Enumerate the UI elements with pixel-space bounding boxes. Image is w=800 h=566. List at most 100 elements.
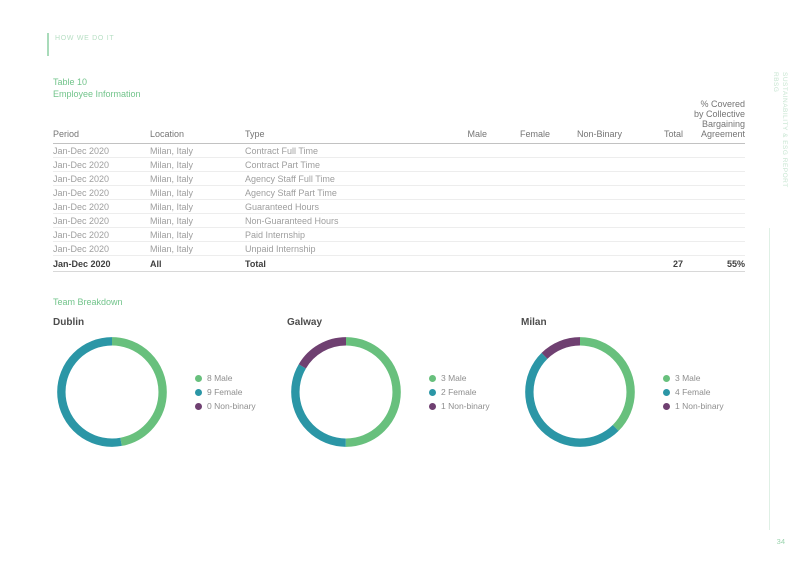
table-cell: Guaranteed Hours bbox=[245, 200, 425, 214]
legend-item-female: 4 Female bbox=[663, 387, 724, 397]
legend-dot-icon bbox=[429, 403, 436, 410]
donut-chart-milan bbox=[521, 333, 639, 451]
table-total-row: Jan-Dec 2020AllTotal2755% bbox=[53, 256, 745, 272]
table-cell: Jan-Dec 2020 bbox=[53, 214, 150, 228]
table-header-row: Period Location Type Male Female Non-Bin… bbox=[53, 99, 745, 144]
section-kicker: HOW WE DO IT bbox=[47, 33, 114, 56]
kicker-label: HOW WE DO IT bbox=[55, 35, 114, 42]
legend-item-non-binary: 1 Non-binary bbox=[429, 401, 490, 411]
col-period: Period bbox=[53, 99, 150, 144]
table-cell: Jan-Dec 2020 bbox=[53, 242, 150, 256]
table-cell: 27 bbox=[622, 256, 683, 272]
legend-dot-icon bbox=[663, 375, 670, 382]
table-cell bbox=[425, 144, 487, 158]
table-cell: Agency Staff Full Time bbox=[245, 172, 425, 186]
table-cell: Paid Internship bbox=[245, 228, 425, 242]
table-cell bbox=[683, 144, 745, 158]
table-cell: Milan, Italy bbox=[150, 228, 245, 242]
table-row: Jan-Dec 2020Milan, ItalyContract Full Ti… bbox=[53, 144, 745, 158]
legend-label: 4 Female bbox=[675, 387, 710, 397]
table-cell bbox=[683, 186, 745, 200]
legend-dot-icon bbox=[195, 389, 202, 396]
table-cell bbox=[425, 242, 487, 256]
table-cell bbox=[683, 172, 745, 186]
table-cell bbox=[683, 214, 745, 228]
table-cell: Jan-Dec 2020 bbox=[53, 158, 150, 172]
table-title: Table 10 Employee Information bbox=[53, 76, 141, 100]
legend-label: 2 Female bbox=[441, 387, 476, 397]
table-cell: Jan-Dec 2020 bbox=[53, 228, 150, 242]
legend-item-male: 3 Male bbox=[663, 373, 724, 383]
chart-city-title: Milan bbox=[521, 317, 755, 328]
chart-group-galway: Galway 3 Male 2 Female 1 Non-binary bbox=[287, 317, 521, 451]
legend-dot-icon bbox=[663, 389, 670, 396]
legend-label: 1 Non-binary bbox=[441, 401, 490, 411]
legend-dot-icon bbox=[663, 403, 670, 410]
table-cell bbox=[622, 158, 683, 172]
table-cell: Jan-Dec 2020 bbox=[53, 200, 150, 214]
table-body: Jan-Dec 2020Milan, ItalyContract Full Ti… bbox=[53, 144, 745, 272]
employee-information-table: Period Location Type Male Female Non-Bin… bbox=[53, 99, 745, 272]
legend-dot-icon bbox=[195, 403, 202, 410]
table-cell: Milan, Italy bbox=[150, 242, 245, 256]
team-breakdown-heading: Team Breakdown bbox=[53, 297, 123, 307]
side-banner-line2: SUSTAINABILITY & ESG REPORT bbox=[780, 72, 789, 188]
table-cell bbox=[683, 242, 745, 256]
table-cell bbox=[550, 158, 622, 172]
legend-label: 9 Female bbox=[207, 387, 242, 397]
table-cell bbox=[622, 214, 683, 228]
side-banner-line1: RBSG bbox=[771, 72, 780, 188]
table-cell: Milan, Italy bbox=[150, 200, 245, 214]
table-cell bbox=[487, 158, 550, 172]
table-cell bbox=[550, 144, 622, 158]
chart-legend: 3 Male4 Female1 Non-binary bbox=[663, 369, 724, 415]
col-female: Female bbox=[487, 99, 550, 144]
legend-item-male: 8 Male bbox=[195, 373, 256, 383]
table-cell bbox=[550, 186, 622, 200]
legend-item-male: 3 Male bbox=[429, 373, 490, 383]
table-cell: Contract Full Time bbox=[245, 144, 425, 158]
table-cell bbox=[487, 200, 550, 214]
table-cell bbox=[487, 144, 550, 158]
table-cell: Jan-Dec 2020 bbox=[53, 172, 150, 186]
table-cell bbox=[425, 200, 487, 214]
legend-dot-icon bbox=[429, 375, 436, 382]
legend-label: 0 Non-binary bbox=[207, 401, 256, 411]
report-page: HOW WE DO IT Table 10 Employee Informati… bbox=[0, 0, 800, 566]
chart-city-title: Galway bbox=[287, 317, 521, 328]
table-row: Jan-Dec 2020Milan, ItalyNon-Guaranteed H… bbox=[53, 214, 745, 228]
table-cell bbox=[487, 242, 550, 256]
table-row: Jan-Dec 2020Milan, ItalyAgency Staff Ful… bbox=[53, 172, 745, 186]
legend-item-non-binary: 0 Non-binary bbox=[195, 401, 256, 411]
legend-label: 3 Male bbox=[441, 373, 467, 383]
team-breakdown-charts: Dublin 8 Male 9 Female 0 Non-binary Galway 3 … bbox=[53, 317, 755, 451]
table-cell bbox=[550, 228, 622, 242]
table-cell: Agency Staff Part Time bbox=[245, 186, 425, 200]
table-cell bbox=[622, 200, 683, 214]
legend-item-female: 2 Female bbox=[429, 387, 490, 397]
table-row: Jan-Dec 2020Milan, ItalyUnpaid Internshi… bbox=[53, 242, 745, 256]
col-total: Total bbox=[622, 99, 683, 144]
table-cell bbox=[487, 172, 550, 186]
table-cell bbox=[487, 228, 550, 242]
table-cell: Contract Part Time bbox=[245, 158, 425, 172]
table-cell bbox=[683, 228, 745, 242]
table-row: Jan-Dec 2020Milan, ItalyPaid Internship bbox=[53, 228, 745, 242]
table-cell bbox=[425, 214, 487, 228]
table-cell bbox=[550, 214, 622, 228]
table-cell: Jan-Dec 2020 bbox=[53, 144, 150, 158]
table-row: Jan-Dec 2020Milan, ItalyGuaranteed Hours bbox=[53, 200, 745, 214]
table-cell: All bbox=[150, 256, 245, 272]
col-male: Male bbox=[425, 99, 487, 144]
table-cell bbox=[425, 172, 487, 186]
table-cell: Milan, Italy bbox=[150, 144, 245, 158]
table-cell bbox=[425, 158, 487, 172]
table-cell: Unpaid Internship bbox=[245, 242, 425, 256]
table-cell bbox=[487, 214, 550, 228]
chart-city-title: Dublin bbox=[53, 317, 287, 328]
table-cell: Milan, Italy bbox=[150, 186, 245, 200]
report-side-banner: RBSG SUSTAINABILITY & ESG REPORT bbox=[771, 72, 789, 188]
table-cell: Total bbox=[245, 256, 425, 272]
table-cell bbox=[425, 228, 487, 242]
legend-label: 3 Male bbox=[675, 373, 701, 383]
